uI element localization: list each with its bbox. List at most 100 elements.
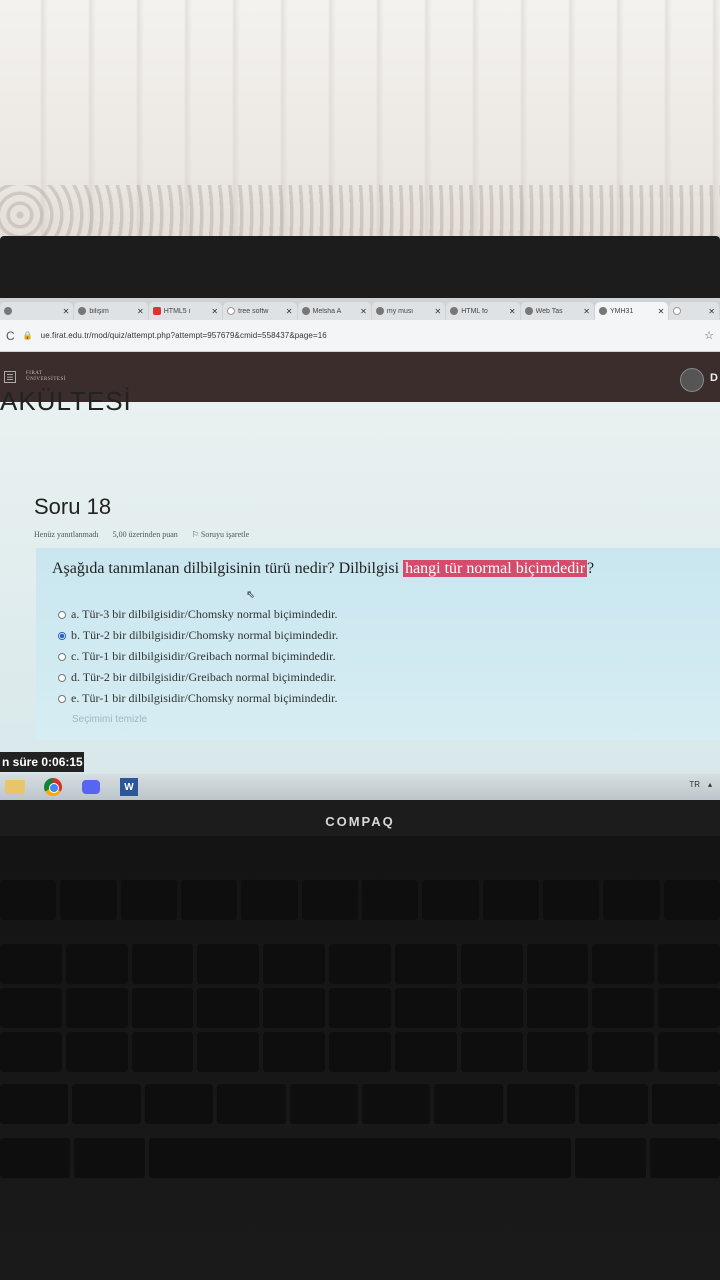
key <box>394 1032 457 1072</box>
radio-button[interactable] <box>58 652 66 661</box>
browser-tab[interactable]: my musi ✕ <box>371 302 446 320</box>
taskbar-chrome[interactable] <box>38 776 68 798</box>
key <box>263 1032 326 1072</box>
key <box>394 988 457 1028</box>
close-icon[interactable]: ✕ <box>708 307 715 316</box>
keyboard-row <box>0 1084 720 1124</box>
radio-button[interactable] <box>58 673 66 682</box>
page-icon <box>375 307 384 315</box>
key <box>289 1084 359 1124</box>
quiz-timer: n süre 0:06:15 <box>0 752 84 772</box>
key <box>658 988 720 1028</box>
key <box>506 1084 576 1124</box>
close-icon[interactable]: ✕ <box>137 307 144 316</box>
tab-title: Melsha A <box>312 307 342 315</box>
key <box>603 880 660 920</box>
taskbar-discord[interactable] <box>76 776 106 798</box>
taskbar-word[interactable]: W <box>114 776 144 798</box>
browser-tab[interactable]: bilişim ✕ <box>74 302 148 320</box>
close-icon[interactable]: ✕ <box>63 307 70 316</box>
discord-icon <box>82 780 100 794</box>
key <box>663 880 720 920</box>
radio-button[interactable] <box>58 694 66 703</box>
system-tray: TR ▴ <box>689 780 712 789</box>
keyboard-row <box>0 944 720 984</box>
key <box>579 1084 648 1124</box>
avatar[interactable] <box>680 368 704 392</box>
google-icon <box>227 307 236 315</box>
close-icon[interactable]: ✕ <box>286 307 293 316</box>
browser-tab-bar: ✕ bilişim ✕ HTML5 i ✕ tree softw ✕ Melsha A… <box>0 298 720 320</box>
answer-option-d[interactable]: d. Tür-2 bir dilbilgisidir/Greibach norm… <box>58 667 338 688</box>
university-logo[interactable]: FIRAT ÜNİVERSİTESİ <box>26 371 66 383</box>
page-icon <box>78 307 87 315</box>
option-label: a. Tür-3 bir dilbilgisidir/Chomsky norma… <box>71 607 338 621</box>
flag-question-link[interactable]: ⚐ Soruyu işaretle <box>192 530 249 539</box>
key <box>362 1084 431 1124</box>
tab-title: Web Tas <box>535 307 563 315</box>
key <box>482 880 539 920</box>
clear-choice-link[interactable]: Seçimimi temizle <box>72 714 147 725</box>
browser-tab-active[interactable]: YMH31 ✕ <box>595 302 669 320</box>
key <box>65 988 128 1028</box>
flag-icon: ⚐ <box>191 530 199 539</box>
laptop-screen: ✕ bilişim ✕ HTML5 i ✕ tree softw ✕ Melsha A… <box>0 298 720 800</box>
keyboard-row <box>0 1138 720 1178</box>
answer-option-c[interactable]: c. Tür-1 bir dilbilgisidir/Greibach norm… <box>58 646 338 667</box>
key <box>65 1032 128 1072</box>
answer-option-a[interactable]: a. Tür-3 bir dilbilgisidir/Chomsky norma… <box>58 604 338 625</box>
key <box>434 1084 503 1124</box>
close-icon[interactable]: ✕ <box>211 307 218 316</box>
browser-tab[interactable]: Web Tas ✕ <box>520 302 594 320</box>
key <box>329 1032 391 1072</box>
tray-arrow-icon[interactable]: ▴ <box>708 780 712 789</box>
url-field[interactable]: ue.firat.edu.tr/mod/quiz/attempt.php?att… <box>41 331 696 340</box>
close-icon[interactable]: ✕ <box>509 307 516 316</box>
faculty-title: AKÜLTESİ <box>0 386 132 416</box>
answer-option-b[interactable]: b. Tür-2 bir dilbilgisidir/Chomsky norma… <box>58 625 338 646</box>
taskbar-explorer[interactable] <box>0 776 30 798</box>
option-label: b. Tür-2 bir dilbilgisidir/Chomsky norma… <box>71 628 339 642</box>
radio-button-checked[interactable] <box>58 631 66 640</box>
key <box>575 1138 646 1178</box>
page-icon <box>524 307 533 315</box>
close-icon[interactable]: ✕ <box>658 307 665 316</box>
user-initial[interactable]: D <box>710 372 718 384</box>
key <box>329 988 391 1028</box>
key <box>526 988 589 1028</box>
browser-tab[interactable]: ✕ <box>0 302 74 320</box>
browser-tab[interactable]: ✕ <box>669 302 719 320</box>
close-icon[interactable]: ✕ <box>360 307 367 316</box>
option-label: e. Tür-1 bir dilbilgisidir/Chomsky norma… <box>71 691 338 705</box>
question-meta: Henüz yanıtlanmadı 5,00 üzerinden puan ⚐… <box>34 530 249 539</box>
folder-icon <box>5 780 25 794</box>
key <box>301 880 358 920</box>
language-indicator[interactable]: TR <box>689 780 700 789</box>
key <box>592 944 655 984</box>
lock-icon[interactable]: 🔒 <box>23 331 33 340</box>
address-bar: C 🔒 ue.firat.edu.tr/mod/quiz/attempt.php… <box>0 320 720 352</box>
close-icon[interactable]: ✕ <box>435 307 442 316</box>
bookmark-star-icon[interactable]: ☆ <box>704 329 714 342</box>
key <box>0 1138 71 1178</box>
question-status: Henüz yanıtlanmadı <box>34 530 99 539</box>
key <box>217 1084 286 1124</box>
browser-tab[interactable]: HTML fo ✕ <box>446 302 520 320</box>
browser-tab[interactable]: Melsha A ✕ <box>297 302 371 320</box>
key <box>329 944 391 984</box>
radio-button[interactable] <box>58 610 66 619</box>
reload-icon[interactable]: C <box>6 329 15 343</box>
hamburger-menu-icon[interactable]: ☰ <box>4 371 16 383</box>
question-points: 5,00 üzerinden puan <box>112 530 178 539</box>
browser-tab[interactable]: tree softw ✕ <box>223 302 297 320</box>
close-icon[interactable]: ✕ <box>583 307 590 316</box>
browser-tab[interactable]: HTML5 i ✕ <box>148 302 223 320</box>
answer-option-e[interactable]: e. Tür-1 bir dilbilgisidir/Chomsky norma… <box>58 688 338 709</box>
key <box>180 880 238 920</box>
key <box>131 988 194 1028</box>
page-icon <box>450 307 459 315</box>
page-icon <box>4 307 12 315</box>
key <box>263 944 326 984</box>
key <box>197 944 260 984</box>
key <box>649 1138 720 1178</box>
